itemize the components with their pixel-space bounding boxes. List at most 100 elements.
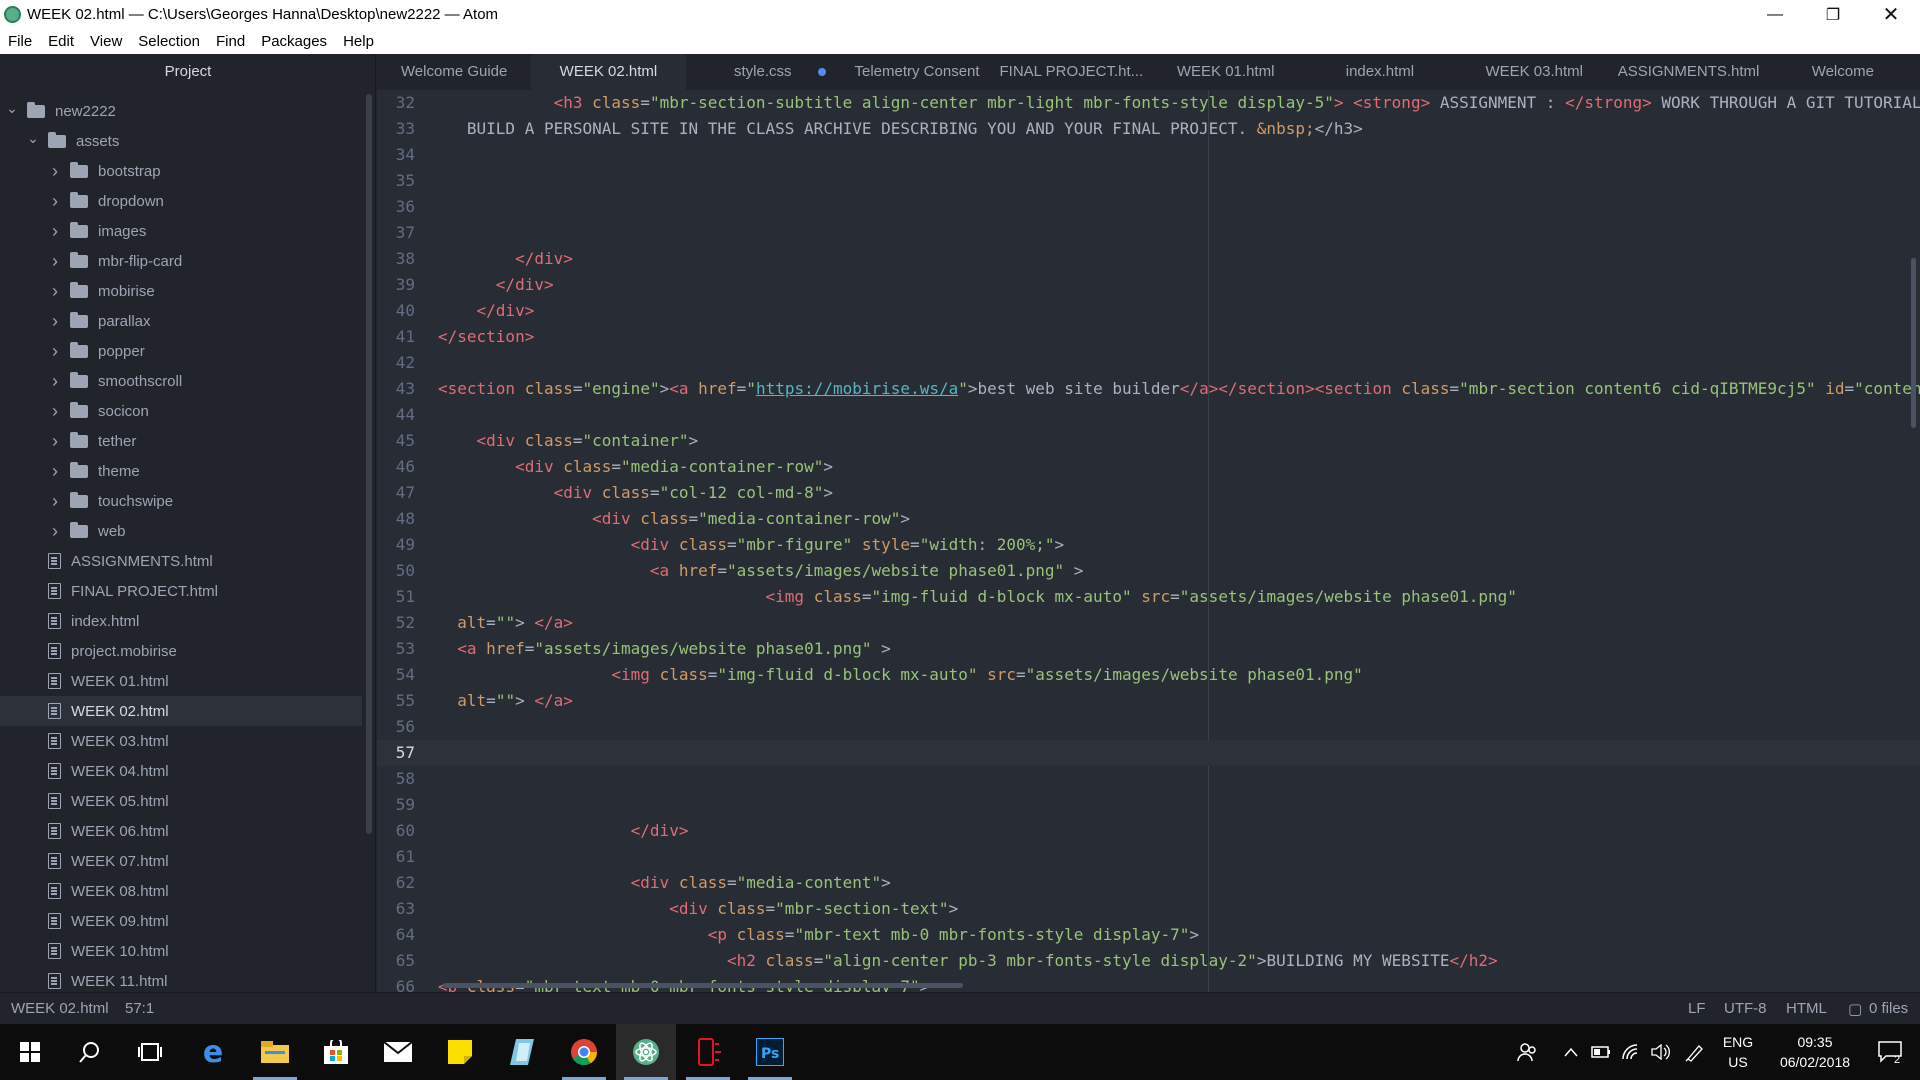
line-number[interactable]: 47 — [377, 480, 415, 506]
file-explorer-icon[interactable] — [245, 1024, 305, 1080]
line-number[interactable]: 50 — [377, 558, 415, 584]
code-editor[interactable]: 32 <h3 class="mbr-section-subtitle align… — [377, 90, 1920, 992]
chevron-down-icon[interactable]: ⌄ — [27, 130, 39, 147]
code-line[interactable]: 62 <div class="media-content"> — [377, 870, 1920, 896]
mail-icon[interactable] — [368, 1024, 428, 1080]
clock[interactable]: 09:35 06/02/2018 — [1760, 1032, 1870, 1072]
chevron-right-icon[interactable]: › — [49, 341, 61, 362]
code-line[interactable]: 39 </div> — [377, 272, 1920, 298]
status-cursor-position[interactable]: 57:1 — [125, 1000, 154, 1017]
code-line[interactable]: 47 <div class="col-12 col-md-8"> — [377, 480, 1920, 506]
tab-final-project-ht[interactable]: FINAL PROJECT.ht... — [994, 54, 1148, 90]
minimize-button[interactable]: — — [1746, 0, 1804, 29]
code-line[interactable]: 43 <section class="engine"><a href="https… — [377, 376, 1920, 402]
code-link[interactable]: https://mobirise.ws/a — [756, 379, 958, 398]
code-line[interactable]: 60 </div> — [377, 818, 1920, 844]
line-number[interactable]: 44 — [377, 402, 415, 428]
menu-help[interactable]: Help — [343, 33, 374, 50]
status-encoding[interactable]: UTF-8 — [1724, 1000, 1767, 1017]
line-number[interactable]: 45 — [377, 428, 415, 454]
line-number[interactable]: 39 — [377, 272, 415, 298]
tree-folder-popper[interactable]: › popper — [0, 336, 362, 366]
tree-scrollbar[interactable] — [366, 94, 372, 834]
tab-index-html[interactable]: index.html — [1303, 54, 1457, 90]
status-grammar[interactable]: HTML — [1786, 1000, 1827, 1017]
pen-icon[interactable] — [1682, 1024, 1708, 1080]
tree-folder-touchswipe[interactable]: › touchswipe — [0, 486, 362, 516]
line-number[interactable]: 32 — [377, 90, 415, 116]
chevron-right-icon[interactable]: › — [49, 161, 61, 182]
status-line-ending[interactable]: LF — [1688, 1000, 1706, 1017]
tree-file-week-07-html[interactable]: WEEK 07.html — [0, 846, 362, 876]
line-number[interactable]: 52 — [377, 610, 415, 636]
tab-style-css[interactable]: style.css — [686, 54, 840, 90]
chevron-right-icon[interactable]: › — [49, 431, 61, 452]
code-line[interactable]: 33 BUILD A PERSONAL SITE IN THE CLASS AR… — [377, 116, 1920, 142]
editor-horizontal-scrollbar[interactable] — [443, 983, 963, 988]
tree-folder-bootstrap[interactable]: › bootstrap — [0, 156, 362, 186]
tree-folder-theme[interactable]: › theme — [0, 456, 362, 486]
tree-folder-mbr-flip-card[interactable]: › mbr-flip-card — [0, 246, 362, 276]
line-number[interactable]: 60 — [377, 818, 415, 844]
tree-file-week-01-html[interactable]: WEEK 01.html — [0, 666, 362, 696]
code-line[interactable]: 49 <div class="mbr-figure" style="width:… — [377, 532, 1920, 558]
tree-file-week-03-html[interactable]: WEEK 03.html — [0, 726, 362, 756]
line-number[interactable]: 61 — [377, 844, 415, 870]
chevron-right-icon[interactable]: › — [49, 371, 61, 392]
code-line[interactable]: 35 — [377, 168, 1920, 194]
edge-icon[interactable]: e — [183, 1024, 243, 1080]
store-icon[interactable] — [306, 1024, 366, 1080]
line-number[interactable]: 36 — [377, 194, 415, 220]
line-number[interactable]: 41 — [377, 324, 415, 350]
status-file-name[interactable]: WEEK 02.html — [11, 1000, 109, 1017]
line-number[interactable]: 48 — [377, 506, 415, 532]
tree-folder-web[interactable]: › web — [0, 516, 362, 546]
close-button[interactable]: ✕ — [1862, 0, 1920, 29]
notification-center-icon[interactable]: 2 — [1870, 1024, 1910, 1080]
atom-app-icon[interactable] — [4, 6, 21, 23]
chevron-down-icon[interactable]: ⌄ — [6, 100, 18, 117]
tree-folder-new2222[interactable]: ⌄ new2222 — [0, 96, 362, 126]
line-number[interactable]: 63 — [377, 896, 415, 922]
tree-file-final-project-html[interactable]: FINAL PROJECT.html — [0, 576, 362, 606]
code-line[interactable]: 36 — [377, 194, 1920, 220]
tree-file-project-mobirise[interactable]: project.mobirise — [0, 636, 362, 666]
code-line[interactable]: 61 — [377, 844, 1920, 870]
battery-icon[interactable] — [1588, 1024, 1614, 1080]
menu-view[interactable]: View — [90, 33, 122, 50]
line-number[interactable]: 43 — [377, 376, 415, 402]
line-number[interactable]: 62 — [377, 870, 415, 896]
tree-folder-images[interactable]: › images — [0, 216, 362, 246]
tree-file-week-08-html[interactable]: WEEK 08.html — [0, 876, 362, 906]
notes-app-icon[interactable] — [492, 1024, 552, 1080]
chevron-right-icon[interactable]: › — [49, 401, 61, 422]
tree-folder-assets[interactable]: ⌄ assets — [0, 126, 362, 156]
tree-file-index-html[interactable]: index.html — [0, 606, 362, 636]
tab-week-01-html[interactable]: WEEK 01.html — [1149, 54, 1303, 90]
restore-button[interactable]: ❐ — [1804, 0, 1862, 29]
line-number[interactable]: 57 — [377, 740, 415, 766]
line-number[interactable]: 42 — [377, 350, 415, 376]
code-line[interactable]: 32 <h3 class="mbr-section-subtitle align… — [377, 90, 1920, 116]
tree-file-week-02-html[interactable]: WEEK 02.html — [0, 696, 362, 726]
chevron-right-icon[interactable]: › — [49, 521, 61, 542]
code-line[interactable]: 38 </div> — [377, 246, 1920, 272]
chevron-right-icon[interactable]: › — [49, 491, 61, 512]
line-number[interactable]: 38 — [377, 246, 415, 272]
code-line[interactable]: 37 — [377, 220, 1920, 246]
language-indicator[interactable]: ENG US — [1718, 1032, 1758, 1072]
chevron-right-icon[interactable]: › — [49, 281, 61, 302]
chevron-right-icon[interactable]: › — [49, 191, 61, 212]
tab-week-02-html[interactable]: WEEK 02.html — [531, 54, 686, 90]
status-git-files[interactable]: 0 files — [1869, 1000, 1908, 1017]
line-number[interactable]: 51 — [377, 584, 415, 610]
tree-folder-dropdown[interactable]: › dropdown — [0, 186, 362, 216]
line-number[interactable]: 53 — [377, 636, 415, 662]
photoshop-icon[interactable]: Ps — [740, 1024, 800, 1080]
line-number[interactable]: 59 — [377, 792, 415, 818]
tree-file-week-09-html[interactable]: WEEK 09.html — [0, 906, 362, 936]
task-view-icon[interactable] — [120, 1024, 180, 1080]
menu-edit[interactable]: Edit — [48, 33, 74, 50]
code-line[interactable]: 52 alt=""> </a> — [377, 610, 1920, 636]
code-line[interactable]: 58 — [377, 766, 1920, 792]
